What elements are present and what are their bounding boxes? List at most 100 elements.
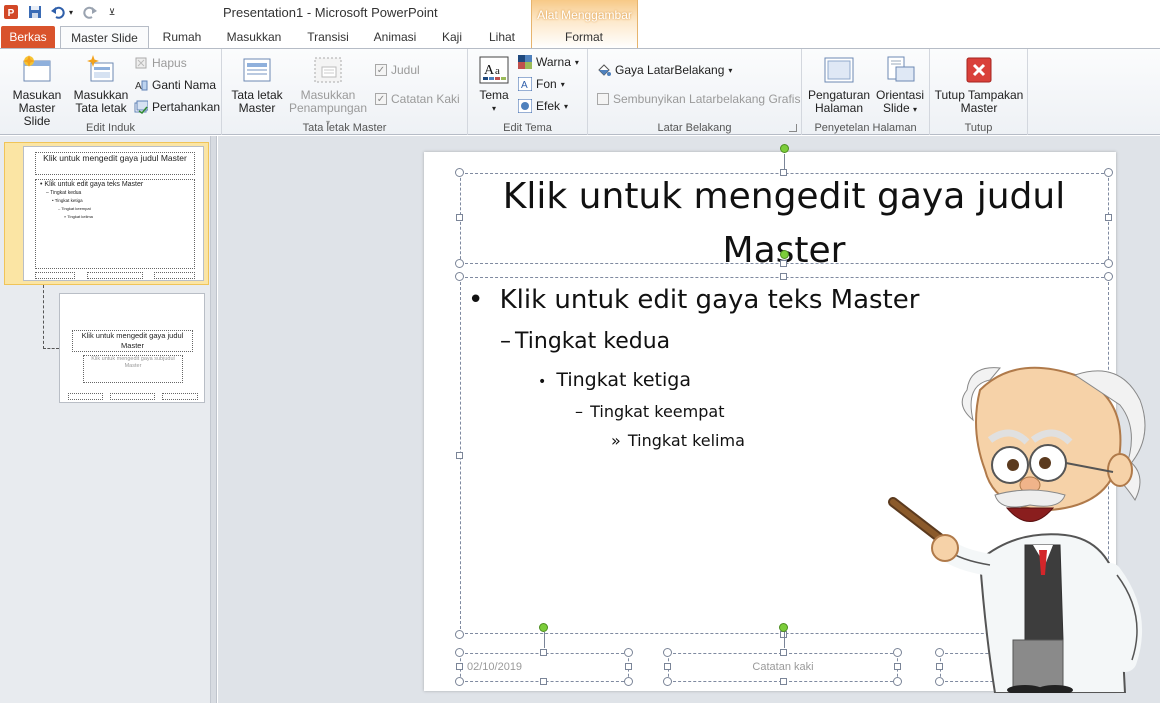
rotation-handle[interactable] [780, 250, 789, 259]
thumb-master-l5-row: » Tingkat kelima [64, 214, 93, 219]
resize-handle[interactable] [663, 677, 672, 686]
resize-handle[interactable] [455, 677, 464, 686]
body-level-3-text: Tingkat ketiga [556, 369, 691, 391]
hide-background-graphics-checkbox[interactable]: Sembunyikan Latarbelakang Grafis [597, 90, 800, 108]
undo-icon[interactable] [50, 4, 66, 20]
resize-handle[interactable] [780, 273, 787, 280]
resize-handle[interactable] [455, 168, 464, 177]
dialog-launcher-icon[interactable] [789, 124, 797, 132]
background-styles-button[interactable]: Gaya LatarBelakang ▾ [597, 61, 732, 79]
tab-master-slide[interactable]: Master Slide [60, 26, 149, 49]
powerpoint-logo-icon[interactable]: P [3, 4, 19, 20]
rename-button[interactable]: A Ganti Nama [134, 76, 216, 94]
ribbon-tabs: Berkas Master Slide Rumah Masukkan Trans… [0, 26, 1160, 49]
insert-layout-button[interactable]: Masukkan Tata letak [72, 55, 130, 115]
resize-handle[interactable] [1104, 259, 1113, 268]
slide-orientation-label-2: Slide [882, 101, 910, 115]
svg-text:A: A [521, 80, 528, 91]
insert-placeholder-label-2: Penampungan [288, 101, 368, 115]
master-layout-button[interactable]: Tata letak Master [228, 55, 286, 115]
resize-handle[interactable] [456, 663, 463, 670]
group-background: Gaya LatarBelakang ▾ Sembunyikan Latarbe… [588, 49, 802, 135]
page-setup-button[interactable]: Pengaturan Halaman [808, 55, 870, 115]
thumb-date-placeholder [35, 272, 75, 279]
slide-thumbnail-pane[interactable]: 1 Klik untuk mengedit gaya judul Master … [0, 136, 211, 703]
footer-text[interactable]: Catatan kaki [668, 661, 898, 673]
bullet-level-5: » [611, 431, 621, 450]
resize-handle[interactable] [540, 678, 547, 685]
group-close: Tutup Tampakan Master Tutup [930, 49, 1028, 135]
rotation-line [544, 632, 545, 648]
date-text[interactable]: 02/10/2019 [467, 661, 522, 673]
tab-file[interactable]: Berkas [1, 26, 55, 49]
master-layout-label-2: Master [238, 101, 276, 115]
resize-handle[interactable] [780, 169, 787, 176]
rename-label: Ganti Nama [152, 78, 217, 92]
body-level-4[interactable]: – Tingkat keempat [575, 402, 724, 421]
page-setup-label-2: Halaman [814, 101, 864, 115]
professor-illustration[interactable] [885, 360, 1160, 695]
resize-handle[interactable] [780, 678, 787, 685]
undo-dropdown-icon[interactable]: ▾ [67, 4, 75, 20]
group-master-layout: Tata letak Master Masukkan Penampungan ▾… [222, 49, 468, 135]
pane-splitter[interactable] [211, 136, 217, 703]
thumb-footer-placeholder [87, 272, 143, 279]
rotation-handle[interactable] [539, 623, 548, 632]
tab-animations[interactable]: Animasi [363, 26, 427, 49]
resize-handle[interactable] [625, 663, 632, 670]
effects-icon [517, 98, 533, 114]
delete-button[interactable]: Hapus [134, 54, 187, 72]
fonts-icon: A [517, 76, 533, 92]
preserve-button[interactable]: Pertahankan [134, 98, 220, 116]
redo-icon[interactable] [82, 4, 98, 20]
footers-checkbox[interactable]: ✓ Catatan Kaki [375, 90, 460, 108]
tab-format[interactable]: Format [545, 26, 623, 49]
body-level-5[interactable]: » Tingkat kelima [611, 431, 745, 450]
group-edit-theme: Aa Tema ▾ Warna ▾ A Fon ▾ Efek ▾ Edit Te… [468, 49, 588, 135]
resize-handle[interactable] [540, 649, 547, 656]
save-icon[interactable] [27, 4, 43, 20]
tab-view[interactable]: Lihat [477, 26, 527, 49]
resize-handle[interactable] [624, 648, 633, 657]
body-level-3[interactable]: • Tingkat ketiga [538, 369, 691, 391]
rotation-handle[interactable] [780, 144, 789, 153]
resize-handle[interactable] [456, 452, 463, 459]
resize-handle[interactable] [455, 259, 464, 268]
thumb-master-l3-row: • Tingkat ketiga [52, 198, 83, 203]
resize-handle[interactable] [663, 648, 672, 657]
resize-handle[interactable] [455, 648, 464, 657]
resize-handle[interactable] [1104, 168, 1113, 177]
resize-handle[interactable] [780, 649, 787, 656]
insert-slide-master-button[interactable]: Masukan Master Slide [4, 55, 70, 128]
tab-transitions[interactable]: Transisi [296, 26, 360, 49]
resize-handle[interactable] [455, 272, 464, 281]
thumbnail-slide-master[interactable]: Klik untuk mengedit gaya judul Master • … [23, 146, 204, 281]
colors-button[interactable]: Warna ▾ [518, 53, 579, 71]
delete-label: Hapus [152, 56, 187, 70]
insert-placeholder-button[interactable]: Masukkan Penampungan ▾ [286, 55, 370, 129]
thumb-master-l1: Klik untuk edit gaya teks Master [44, 181, 144, 188]
tab-insert[interactable]: Masukkan [215, 26, 293, 49]
tab-review[interactable]: Kaji [430, 26, 474, 49]
resize-handle[interactable] [1105, 214, 1112, 221]
slide-orientation-button[interactable]: Orientasi Slide ▾ [872, 55, 928, 116]
body-level-1[interactable]: • Klik untuk edit gaya teks Master [468, 285, 919, 315]
effects-button[interactable]: Efek ▾ [517, 97, 568, 115]
resize-handle[interactable] [456, 214, 463, 221]
thumbnail-layout[interactable]: Klik untuk mengedit gaya judul Master Kl… [59, 293, 205, 403]
body-level-2[interactable]: – Tingkat kedua [500, 329, 670, 354]
tab-home[interactable]: Rumah [152, 26, 212, 49]
themes-button[interactable]: Aa Tema ▾ [474, 55, 514, 115]
insert-slide-master-icon [21, 55, 53, 85]
rotation-handle[interactable] [779, 623, 788, 632]
fonts-button[interactable]: A Fon ▾ [517, 75, 565, 93]
close-master-view-button[interactable]: Tutup Tampakan Master [933, 55, 1025, 115]
resize-handle[interactable] [624, 677, 633, 686]
customize-qat-icon[interactable]: ⊻ [104, 4, 120, 20]
resize-handle[interactable] [780, 260, 787, 267]
resize-handle[interactable] [455, 630, 464, 639]
thumbnail-connector [43, 285, 59, 349]
title-checkbox[interactable]: ✓ Judul [375, 61, 420, 79]
resize-handle[interactable] [664, 663, 671, 670]
resize-handle[interactable] [1104, 272, 1113, 281]
